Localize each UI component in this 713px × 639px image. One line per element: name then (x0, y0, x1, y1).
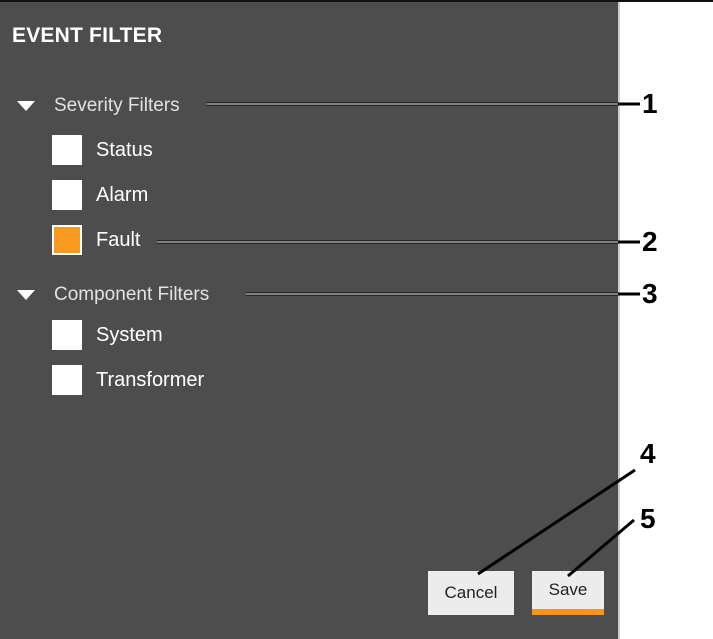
filter-label-status: Status (96, 138, 153, 161)
filter-label-transformer: Transformer (96, 368, 205, 391)
filter-label-alarm: Alarm (96, 183, 149, 206)
filter-label-fault: Fault (96, 228, 141, 251)
chevron-down-icon (16, 92, 40, 120)
filter-item-transformer[interactable]: Transformer (52, 364, 204, 396)
section-label-severity: Severity Filters (54, 95, 180, 116)
callout-number-2: 2 (642, 226, 658, 257)
chevron-down-icon (16, 281, 40, 309)
callout-number-1: 1 (642, 88, 658, 119)
checkbox-alarm[interactable] (52, 180, 82, 210)
section-header-component[interactable]: Component Filters (16, 281, 209, 309)
section-label-component: Component Filters (54, 284, 210, 305)
callout-number-3: 3 (642, 278, 658, 309)
filter-label-system: System (96, 323, 163, 346)
checkbox-system[interactable] (52, 320, 82, 350)
checkbox-status[interactable] (52, 135, 82, 165)
callout-number-5: 5 (640, 503, 656, 534)
event-filter-panel: EVENT FILTER Severity Filters Status Ala… (0, 2, 620, 639)
panel-title: EVENT FILTER (12, 24, 163, 47)
section-header-severity[interactable]: Severity Filters (16, 92, 180, 120)
checkbox-transformer[interactable] (52, 365, 82, 395)
filter-item-system[interactable]: System (52, 319, 163, 351)
callout-number-4: 4 (640, 438, 656, 469)
filter-item-alarm[interactable]: Alarm (52, 179, 148, 211)
filter-item-status[interactable]: Status (52, 134, 153, 166)
cancel-button[interactable]: Cancel (428, 571, 514, 615)
checkbox-fault[interactable] (52, 225, 82, 255)
filter-item-fault[interactable]: Fault (52, 224, 140, 256)
save-button[interactable]: Save (532, 571, 604, 615)
